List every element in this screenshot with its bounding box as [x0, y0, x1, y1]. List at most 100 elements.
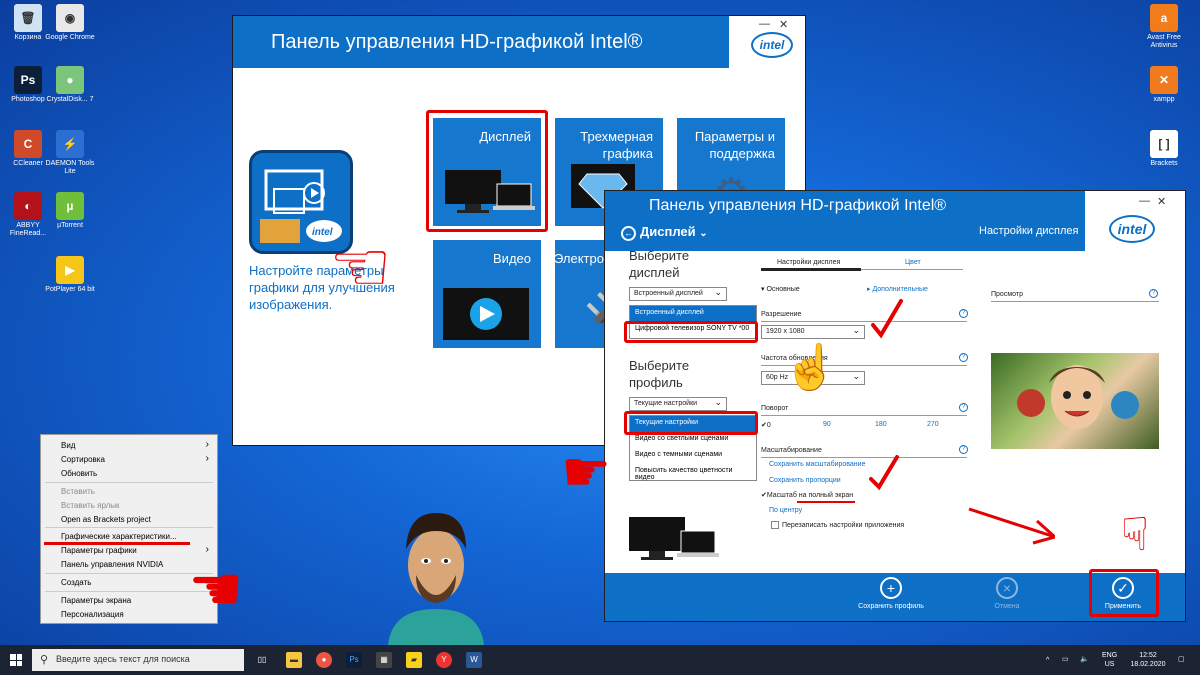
window-title: Панель управления HD-графикой Intel®: [271, 31, 643, 53]
menu-item[interactable]: Персонализация: [61, 610, 124, 619]
breadcrumb: Настройки дисплея: [979, 225, 1079, 237]
menu-item[interactable]: Open as Brackets project: [61, 515, 151, 524]
menu-item[interactable]: Вид: [61, 441, 75, 450]
intel-logo: intel: [1109, 215, 1155, 243]
desktop-icon[interactable]: a Avast Free Antivirus: [1136, 4, 1192, 50]
word-icon[interactable]: W: [466, 652, 482, 668]
avatar-illustration: [388, 513, 484, 645]
app-icon: ◉: [56, 4, 84, 32]
menu-item[interactable]: Вставить ярлык: [61, 501, 120, 510]
film-play-icon: [443, 288, 529, 340]
apply-highlight: [1089, 569, 1159, 617]
close-icon: ×: [996, 577, 1018, 599]
app-icon: a: [1150, 4, 1178, 32]
chevron-right-icon: ›: [205, 439, 209, 450]
volume-icon[interactable]: 🔈: [1080, 655, 1089, 664]
select-profile-heading: Выберите профиль: [629, 358, 690, 390]
list-item[interactable]: Повысить качество цветности видео: [630, 464, 756, 481]
help-icon[interactable]: ?: [1149, 289, 1158, 298]
display-option-highlight: [624, 321, 758, 343]
photoshop-icon[interactable]: Ps: [346, 652, 362, 668]
language-indicator[interactable]: ENG US: [1102, 651, 1117, 669]
windows-start-icon[interactable]: [10, 654, 22, 666]
menu-item[interactable]: Вставить: [61, 487, 95, 496]
minimize-icon[interactable]: —: [1139, 195, 1150, 207]
desktop-icon-label: µTorrent: [57, 222, 83, 229]
desktop-icon[interactable]: ✕ xampp: [1136, 66, 1192, 104]
window-title: Панель управления HD-графикой Intel®: [649, 197, 947, 214]
select-display-heading: Выберите дисплей: [629, 248, 690, 280]
desktop-icon-label: xampp: [1153, 96, 1175, 103]
taskbar: ⚲ Введите здесь текст для поиска ▯▯ ▬ ● …: [0, 645, 1200, 675]
desktop-icon[interactable]: [ ] Brackets: [1136, 130, 1192, 168]
desktop-icon[interactable]: ◉ Google Chrome: [42, 4, 98, 42]
menu-item[interactable]: Панель управления NVIDIA: [61, 560, 163, 569]
chrome-icon[interactable]: ●: [316, 652, 332, 668]
desktop-icon-label: Avast Free Antivirus: [1147, 34, 1181, 49]
close-icon[interactable]: ✕: [779, 18, 788, 31]
chevron-down-icon[interactable]: ⌄: [699, 228, 707, 239]
list-item[interactable]: Встроенный дисплей: [630, 306, 756, 322]
taskbar-search[interactable]: ⚲ Введите здесь текст для поиска: [32, 649, 244, 671]
minimize-icon[interactable]: —: [759, 18, 770, 30]
window-titlebar: Панель управления HD-графикой Intel® ← Ди…: [605, 191, 1185, 251]
intel-display-window: Панель управления HD-графикой Intel® ← Ди…: [561, 190, 1186, 622]
back-arrow-icon[interactable]: ←: [621, 226, 636, 241]
display-dropdown[interactable]: Встроенный дисплей: [629, 287, 727, 301]
tile-video[interactable]: Видео: [433, 240, 541, 348]
menu-item[interactable]: Обновить: [61, 469, 97, 478]
menu-item[interactable]: Параметры графики: [61, 546, 137, 555]
tile-display-highlight: [426, 110, 548, 232]
network-icon[interactable]: ▭: [1062, 655, 1069, 664]
monitor-icon: [629, 517, 719, 560]
cancel-button[interactable]: × Отмена: [967, 577, 1047, 610]
desktop-icon-label: DAEMON Tools Lite: [45, 160, 95, 175]
file-explorer-icon[interactable]: ▬: [286, 652, 302, 668]
profile-option-highlight: [624, 411, 758, 435]
save-profile-button[interactable]: + Сохранить профиль: [851, 577, 931, 610]
tab-color[interactable]: Цвет: [905, 259, 921, 266]
app-icon: ⚡: [56, 130, 84, 158]
desktop-icon[interactable]: µ µTorrent: [42, 192, 98, 230]
search-icon: ⚲: [40, 654, 49, 666]
tray-chevron-icon[interactable]: ^: [1046, 656, 1049, 665]
pointer-hand-icon: ☝: [783, 343, 838, 392]
desktop-icon-label: PotPlayer 64 bit: [45, 286, 95, 293]
window-titlebar: Панель управления HD-графикой Intel® — ✕…: [233, 16, 805, 68]
desktop-icon-label: Google Chrome: [45, 34, 95, 41]
intel-logo: intel: [751, 32, 793, 58]
yandex-browser-icon[interactable]: Y: [436, 652, 452, 668]
app-icon: ●: [56, 66, 84, 94]
pointer-hand-icon: ☟: [1121, 508, 1150, 560]
desktop-icon-label: Brackets: [1150, 160, 1178, 167]
chevron-right-icon: ›: [205, 453, 209, 464]
app-icon: ▶: [56, 256, 84, 284]
profile-dropdown[interactable]: Текущие настройки: [629, 397, 727, 411]
tab-display-settings[interactable]: Настройки дисплея: [777, 259, 840, 266]
pointer-hand-icon: ☛: [561, 440, 612, 503]
app-icon: ◐: [14, 192, 42, 220]
menu-item[interactable]: Создать: [61, 578, 91, 587]
menu-item[interactable]: Сортировка: [61, 455, 105, 464]
clock[interactable]: 12:52 18.02.2020: [1128, 651, 1168, 669]
desktop-icon[interactable]: ▶ PotPlayer 64 bit: [42, 256, 98, 294]
menu-item[interactable]: Графические характеристики...: [61, 532, 177, 541]
task-view-icon[interactable]: ▯▯: [254, 652, 270, 668]
desktop-icon[interactable]: ⚡ DAEMON Tools Lite: [42, 130, 98, 176]
preview-image: [991, 353, 1159, 449]
app-icon: ✕: [1150, 66, 1178, 94]
plus-icon: +: [880, 577, 902, 599]
notifications-icon[interactable]: ▢: [1178, 655, 1185, 664]
desktop-icon-label: CrystalDisk... 7: [46, 96, 94, 103]
desktop-icon[interactable]: ● CrystalDisk... 7: [42, 66, 98, 104]
menu-item[interactable]: Параметры экрана: [61, 596, 131, 605]
app-icon: [ ]: [1150, 130, 1178, 158]
sticky-notes-icon[interactable]: ▰: [406, 652, 422, 668]
list-item[interactable]: Видео с темными сценами: [630, 448, 756, 464]
app-icon: C: [14, 130, 42, 158]
app-icon: 🗑: [14, 4, 42, 32]
app-icon: Ps: [14, 66, 42, 94]
calculator-icon[interactable]: ▦: [376, 652, 392, 668]
close-icon[interactable]: ✕: [1157, 195, 1166, 208]
nav-display[interactable]: ← Дисплей ⌄: [621, 224, 708, 241]
